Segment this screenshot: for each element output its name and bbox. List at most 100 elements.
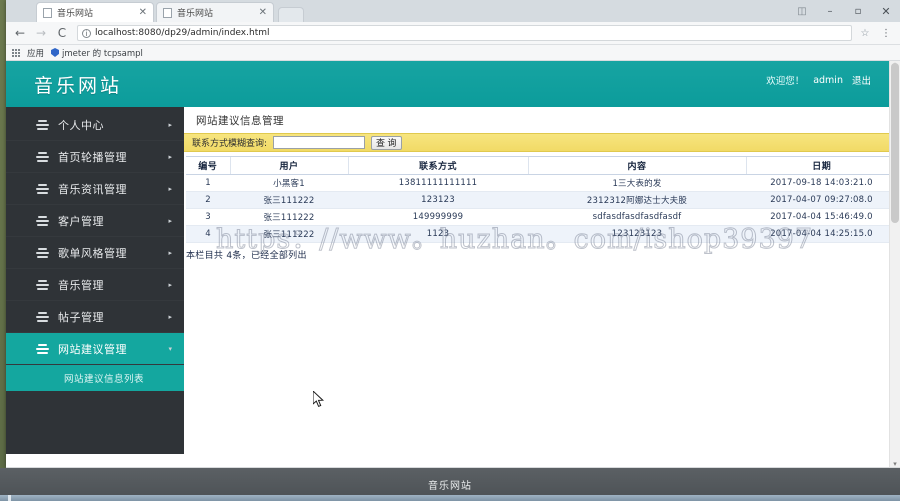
site-logo-title: 音乐网站 [34, 74, 123, 97]
reload-icon[interactable]: C [54, 25, 70, 41]
sidebar-item-label: 帖子管理 [58, 310, 104, 324]
cell-id: 2 [186, 191, 230, 209]
sidebar-nav: 个人中心 ▸ 首页轮播管理 ▸ 音乐资讯管理 ▸ 客户管理 ▸ 歌单风格管理 ▸… [6, 107, 184, 454]
bookmarks-bar: 应用 jmeter 的 tcpsampl [6, 45, 900, 61]
table-row[interactable]: 2 张三111222 123123 2312312阿娜达士大夫股 2017-04… [186, 191, 889, 209]
username-link[interactable]: admin [813, 75, 843, 86]
welcome-text: 欢迎您！ [766, 76, 805, 87]
address-bar-url: localhost:8080/dp29/admin/index.html [95, 28, 270, 38]
sidebar-item-post-management[interactable]: 帖子管理 ▸ [6, 301, 184, 333]
scroll-down-icon[interactable]: ▾ [890, 460, 900, 467]
cell-date: 2017-04-07 09:27:08.0 [746, 191, 889, 209]
sidebar-item-customer-management[interactable]: 客户管理 ▸ [6, 205, 184, 237]
taskbar-window-label[interactable]: 音乐网站 [428, 477, 472, 492]
stack-icon [36, 311, 49, 322]
search-toolbar: 联系方式模糊查询: 查 询 [184, 133, 889, 152]
shield-icon [51, 48, 60, 57]
sidebar-subitem-label: 网站建议信息列表 [63, 374, 144, 385]
bookmark-jmeter[interactable]: jmeter 的 tcpsampl [51, 47, 143, 59]
forward-icon: → [35, 26, 47, 40]
browser-tab-2[interactable]: 音乐网站 ✕ [156, 2, 274, 22]
sidebar-item-music-news[interactable]: 音乐资讯管理 ▸ [6, 173, 184, 205]
sidebar-item-label: 客户管理 [58, 214, 104, 228]
sidebar-item-label: 音乐管理 [58, 278, 104, 292]
table-row[interactable]: 4 张三111222 1123 123123123 2017-04-04 14:… [186, 225, 889, 243]
cell-content: sdfasdfasdfasdfasdf [528, 208, 746, 226]
search-button[interactable]: 查 询 [371, 135, 402, 150]
account-icon[interactable]: ◫ [788, 0, 816, 22]
site-info-icon[interactable]: i [82, 28, 91, 38]
chevron-down-icon: ▾ [168, 344, 172, 353]
browser-toolbar: ← → C i localhost:8080/dp29/admin/index.… [6, 22, 900, 45]
cell-contact: 13811111111111 [348, 174, 528, 192]
taskbar-accent-strip [0, 495, 900, 501]
maximize-button[interactable]: ▫ [844, 0, 872, 22]
cell-content: 2312312阿娜达士大夫股 [528, 191, 746, 209]
sidebar-item-playlist-style[interactable]: 歌单风格管理 ▸ [6, 237, 184, 269]
chevron-right-icon: ▸ [168, 184, 172, 193]
chevron-right-icon: ▸ [168, 312, 172, 321]
table-header-row: 编号 用户 联系方式 内容 日期 [186, 156, 889, 175]
stack-icon [36, 247, 49, 258]
record-count-note: 本栏目共 4条，已经全部列出 [186, 251, 307, 261]
page-favicon-icon [43, 7, 52, 18]
sidebar-item-site-suggestion[interactable]: 网站建议管理 ▾ [6, 333, 184, 365]
chevron-right-icon: ▸ [168, 280, 172, 289]
sidebar-item-music-management[interactable]: 音乐管理 ▸ [6, 269, 184, 301]
cell-date: 2017-04-04 15:46:49.0 [746, 208, 889, 226]
table-row[interactable]: 3 张三111222 149999999 sdfasdfasdfasdfasdf… [186, 208, 889, 226]
page-content-column: 音乐网站 欢迎您！ admin 退出 个人中心 ▸ 首页轮播管理 ▸ 音乐资讯管… [6, 61, 889, 467]
stack-icon [36, 215, 49, 226]
stack-icon [36, 119, 49, 130]
stack-icon [36, 343, 49, 354]
column-header-contact: 联系方式 [347, 156, 528, 175]
tab-close-icon[interactable]: ✕ [137, 7, 149, 18]
search-input[interactable] [273, 136, 366, 149]
page-scrollbar[interactable]: ▴ ▾ [889, 61, 900, 467]
stack-icon [36, 151, 49, 162]
suggestions-table: 编号 用户 联系方式 内容 日期 1 小黑客1 13811111111111 1… [186, 156, 889, 243]
cell-id: 3 [186, 208, 230, 226]
cell-date: 2017-04-04 14:25:15.0 [746, 225, 889, 243]
tab-close-icon[interactable]: ✕ [257, 7, 269, 18]
chevron-right-icon: ▸ [168, 152, 172, 161]
chevron-right-icon: ▸ [168, 248, 172, 257]
os-taskbar: 音乐网站 [0, 468, 900, 501]
cell-user: 张三111222 [230, 191, 348, 209]
browser-tab-2-title: 音乐网站 [177, 9, 214, 19]
table-row[interactable]: 1 小黑客1 13811111111111 1三大表的发 2017-09-18 … [186, 174, 889, 192]
address-bar[interactable]: i localhost:8080/dp29/admin/index.html [77, 25, 852, 41]
window-controls: ◫ – ▫ ✕ [788, 0, 900, 22]
new-tab-button[interactable] [278, 7, 304, 22]
browser-window: 音乐网站 ✕ 音乐网站 ✕ ◫ – ▫ ✕ ← → C i localhost:… [6, 0, 900, 468]
cell-user: 张三111222 [230, 225, 348, 243]
minimize-button[interactable]: – [816, 0, 844, 22]
column-header-id: 编号 [186, 156, 230, 175]
main-content: 网站建议信息管理 联系方式模糊查询: 查 询 编号 用户 联系方式 内容 日期 … [184, 107, 889, 454]
page-favicon-icon [163, 7, 172, 18]
search-label: 联系方式模糊查询: [192, 139, 268, 149]
cell-user: 张三111222 [230, 208, 348, 226]
scrollbar-thumb[interactable] [891, 63, 899, 223]
bookmark-star-icon[interactable]: ☆ [857, 25, 873, 41]
cell-content: 123123123 [528, 225, 746, 243]
logout-link[interactable]: 退出 [852, 73, 871, 87]
browser-tab-strip: 音乐网站 ✕ 音乐网站 ✕ ◫ – ▫ ✕ [6, 0, 900, 22]
sidebar-item-label: 音乐资讯管理 [58, 182, 127, 196]
back-icon[interactable]: ← [12, 25, 28, 41]
column-header-user: 用户 [229, 156, 348, 175]
sidebar-item-label: 个人中心 [58, 118, 104, 132]
apps-grid-icon[interactable] [12, 48, 20, 57]
browser-tab-1-title: 音乐网站 [57, 9, 94, 19]
bookmark-apps[interactable]: 应用 [27, 47, 44, 59]
browser-tab-1[interactable]: 音乐网站 ✕ [36, 2, 154, 22]
cell-content: 1三大表的发 [528, 174, 746, 192]
sidebar-item-label: 首页轮播管理 [58, 150, 127, 164]
bookmark-apps-label: 应用 [27, 48, 45, 59]
cell-id: 1 [186, 174, 230, 192]
browser-menu-icon[interactable]: ⋮ [878, 25, 894, 41]
sidebar-item-personal-center[interactable]: 个人中心 ▸ [6, 109, 184, 141]
sidebar-item-homepage-carousel[interactable]: 首页轮播管理 ▸ [6, 141, 184, 173]
close-window-button[interactable]: ✕ [872, 0, 900, 22]
sidebar-subitem-suggestion-list[interactable]: 网站建议信息列表 [6, 365, 184, 391]
